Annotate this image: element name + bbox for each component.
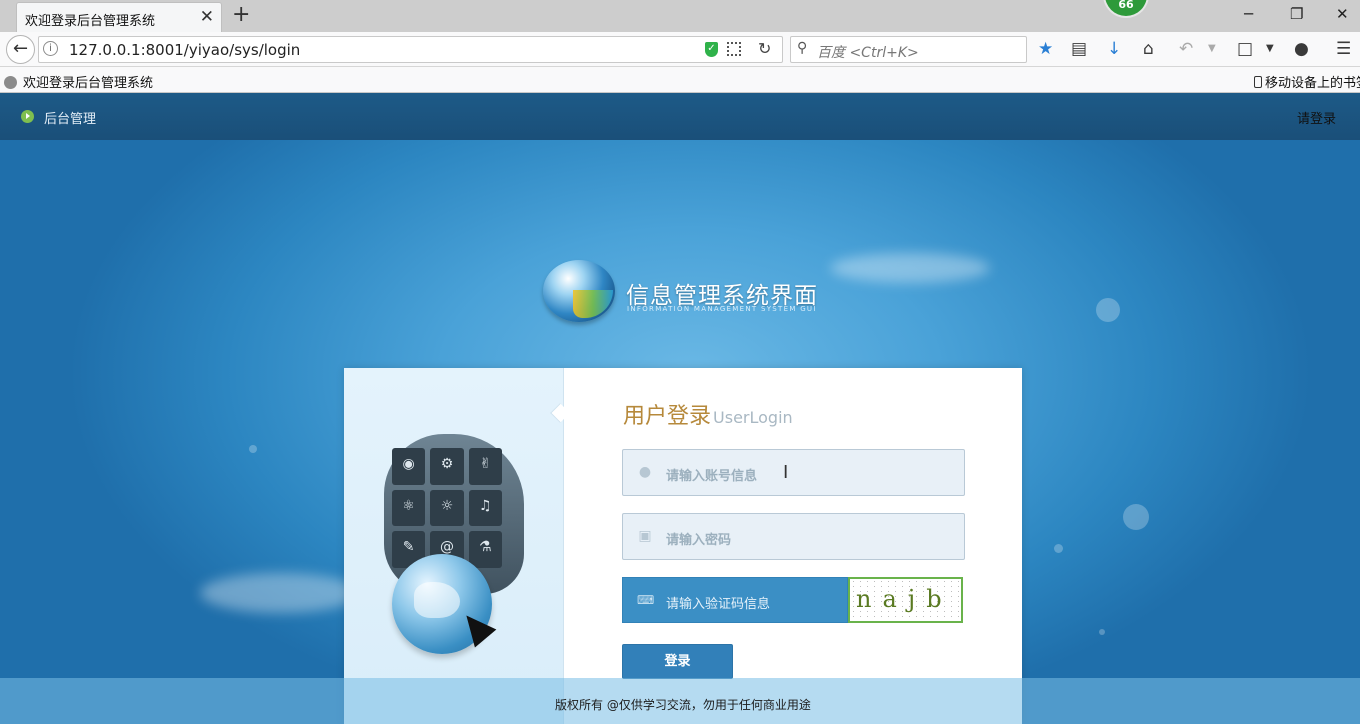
illustration-panel: ◉ ⚙ ✌ ⚛ ☼ ♫ ✎ @ ⚗ bbox=[344, 368, 564, 724]
user-icon: ● bbox=[638, 464, 652, 480]
info-icon[interactable]: i bbox=[43, 41, 58, 56]
captcha-placeholder: 请输入验证码信息 bbox=[666, 597, 771, 612]
text-cursor-icon: I bbox=[783, 462, 789, 483]
topbar-login-link[interactable]: 请登录 bbox=[1297, 108, 1336, 127]
browser-tab-strip: 欢迎登录后台管理系统 ✕ + 66 ─ ❐ ✕ bbox=[0, 0, 1360, 32]
cloud-decoration bbox=[830, 253, 990, 283]
cloud-decoration bbox=[200, 573, 360, 613]
url-text[interactable]: 127.0.0.1:8001/yiyao/sys/login bbox=[69, 41, 300, 59]
login-panel: ◉ ⚙ ✌ ⚛ ☼ ♫ ✎ @ ⚗ 用户登录 UserLogin ● 请输入账号信… bbox=[344, 368, 1022, 724]
palette-icon: ◉ bbox=[392, 448, 426, 485]
phone-icon bbox=[1254, 76, 1262, 88]
shield-icon[interactable]: ✓ bbox=[705, 42, 718, 57]
lock-icon: ▣ bbox=[638, 528, 652, 544]
search-placeholder: 百度 <Ctrl+K> bbox=[817, 45, 919, 61]
bookmark-item[interactable]: 欢迎登录后台管理系统 bbox=[4, 72, 153, 91]
restore-icon[interactable]: ❐ bbox=[1290, 4, 1303, 24]
bubble-decoration bbox=[1123, 504, 1149, 530]
keyboard-icon: ⌨ bbox=[637, 593, 655, 607]
reload-icon[interactable]: ↻ bbox=[758, 39, 771, 58]
footer-copyright: 版权所有 @仅供学习交流，勿用于任何商业用途 bbox=[555, 698, 811, 712]
form-title-en: UserLogin bbox=[713, 408, 793, 427]
username-placeholder: 请输入账号信息 bbox=[666, 469, 758, 484]
captcha-input[interactable]: ⌨ 请输入验证码信息 bbox=[622, 577, 848, 623]
menu-icon[interactable]: ☰ bbox=[1336, 39, 1351, 59]
bubble-decoration bbox=[1099, 629, 1105, 635]
chevron-down-icon[interactable]: ▼ bbox=[1208, 39, 1216, 59]
qr-code-icon[interactable] bbox=[727, 42, 741, 56]
home-icon[interactable]: ⌂ bbox=[1143, 39, 1154, 59]
login-page: 后台管理 请登录 信息管理系统界面 INFORMATION MANAGEMENT… bbox=[0, 93, 1360, 724]
chat-icon[interactable]: ● bbox=[1294, 39, 1309, 59]
minimize-icon[interactable]: ─ bbox=[1244, 4, 1253, 24]
plus-icon[interactable]: + bbox=[232, 3, 250, 27]
undo-icon[interactable]: ↶ bbox=[1179, 39, 1193, 59]
flask-icon: ⚗ bbox=[468, 531, 502, 568]
chevron-down-icon[interactable]: ▼ bbox=[1266, 39, 1274, 59]
gear-icon: ⚙ bbox=[430, 448, 464, 485]
bubble-decoration bbox=[249, 445, 257, 453]
crop-icon[interactable]: □ bbox=[1237, 39, 1253, 59]
lightbulb-icon: ☼ bbox=[430, 489, 464, 527]
bubble-decoration bbox=[1054, 544, 1063, 553]
password-field[interactable]: ▣ 请输入密码 bbox=[622, 513, 965, 560]
captcha-text: najb bbox=[856, 585, 953, 613]
logo-subtitle: INFORMATION MANAGEMENT SYSTEM GUI bbox=[627, 305, 817, 313]
back-arrow-icon[interactable]: ← bbox=[6, 35, 35, 64]
reading-list-icon[interactable]: ▤ bbox=[1071, 39, 1087, 59]
download-icon[interactable]: ↓ bbox=[1107, 39, 1121, 59]
username-field[interactable]: ● 请输入账号信息 I bbox=[622, 449, 965, 496]
form-title: 用户登录 UserLogin bbox=[623, 404, 793, 429]
star-icon[interactable]: ★ bbox=[1038, 39, 1053, 59]
tab-title: 欢迎登录后台管理系统 bbox=[25, 14, 156, 29]
bookmarks-bar: 欢迎登录后台管理系统 移动设备上的书签 bbox=[0, 67, 1360, 93]
browser-navbar: ← i 127.0.0.1:8001/yiyao/sys/login ✓ ↻ ⚲… bbox=[0, 32, 1360, 67]
close-icon[interactable]: ✕ bbox=[200, 7, 214, 27]
play-circle-icon bbox=[21, 110, 34, 123]
icon-grid: ◉ ⚙ ✌ ⚛ ☼ ♫ ✎ @ ⚗ bbox=[392, 448, 502, 568]
thumbs-up-icon: ✌ bbox=[468, 448, 502, 485]
search-icon: ⚲ bbox=[797, 40, 808, 56]
globe-icon bbox=[4, 76, 17, 89]
bubble-decoration bbox=[1096, 298, 1120, 322]
captcha-image[interactable]: najb bbox=[848, 577, 963, 623]
atom-icon: ⚛ bbox=[392, 489, 426, 527]
login-button[interactable]: 登录 bbox=[622, 644, 733, 679]
topbar-title[interactable]: 后台管理 bbox=[44, 108, 96, 127]
browser-tab[interactable]: 欢迎登录后台管理系统 ✕ bbox=[16, 2, 222, 32]
addon-badge[interactable]: 66 bbox=[1103, 0, 1149, 18]
music-note-icon: ♫ bbox=[468, 489, 502, 527]
logo-globe-icon bbox=[543, 260, 615, 322]
url-bar[interactable]: i 127.0.0.1:8001/yiyao/sys/login ✓ ↻ bbox=[38, 36, 783, 63]
search-bar[interactable]: ⚲ 百度 <Ctrl+K> bbox=[790, 36, 1027, 63]
password-placeholder: 请输入密码 bbox=[666, 533, 732, 548]
window-close-icon[interactable]: ✕ bbox=[1336, 4, 1349, 24]
mobile-bookmarks[interactable]: 移动设备上的书签 bbox=[1254, 72, 1360, 91]
page-topbar: 后台管理 请登录 bbox=[0, 93, 1360, 140]
